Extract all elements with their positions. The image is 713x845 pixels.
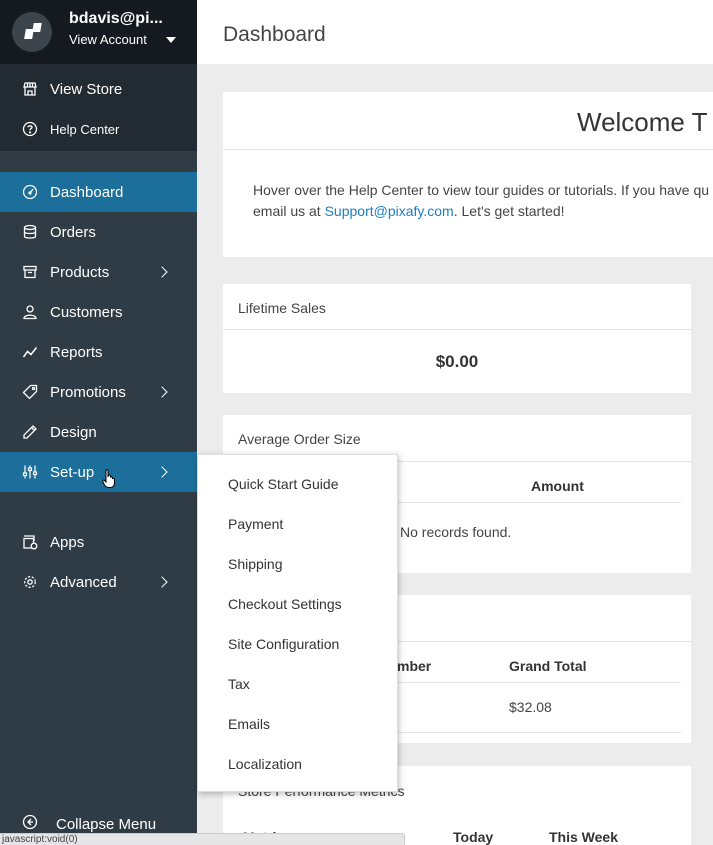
nav-design[interactable]: Design bbox=[0, 412, 197, 452]
welcome-line-2-prefix: email us at bbox=[253, 203, 325, 219]
menu-item-payment[interactable]: Payment bbox=[228, 516, 283, 532]
help-circle-icon bbox=[22, 121, 38, 137]
apps-icon bbox=[22, 534, 38, 550]
menu-item-checkout-settings[interactable]: Checkout Settings bbox=[228, 596, 342, 612]
no-records-text: No records found. bbox=[400, 524, 512, 540]
nav-orders[interactable]: Orders bbox=[0, 212, 197, 252]
nav-customers[interactable]: Customers bbox=[0, 292, 197, 332]
nav-setup-label: Set-up bbox=[50, 463, 95, 481]
nav-advanced[interactable]: Advanced bbox=[0, 562, 197, 602]
grand-total-column-header: Grand Total bbox=[509, 658, 587, 674]
welcome-card: Welcome T Hover over the Help Center to … bbox=[223, 92, 713, 257]
nav-orders-label: Orders bbox=[50, 223, 96, 241]
browser-status-bar: javascript:void(0) bbox=[0, 833, 405, 845]
grand-total-cell: $32.08 bbox=[509, 699, 552, 715]
gear-icon bbox=[22, 574, 38, 590]
database-icon bbox=[22, 224, 38, 240]
lifetime-sales-value: $0.00 bbox=[435, 352, 479, 371]
nav-setup[interactable]: Set-up bbox=[0, 452, 197, 492]
nav-reports-label: Reports bbox=[50, 343, 103, 361]
collapse-menu-button[interactable]: Collapse Menu bbox=[22, 814, 156, 834]
hand-pointer-cursor-icon bbox=[102, 469, 116, 489]
amount-column-header: Amount bbox=[531, 478, 584, 494]
welcome-text: Hover over the Help Center to view tour … bbox=[253, 180, 713, 222]
welcome-line-2: email us at Support@pixafy.com. Let's ge… bbox=[253, 201, 713, 222]
nav-promotions[interactable]: Promotions bbox=[0, 372, 197, 412]
tag-icon bbox=[22, 384, 38, 400]
support-email-link[interactable]: Support@pixafy.com bbox=[325, 203, 454, 219]
account-panel[interactable]: bdavis@pi... View Account bbox=[0, 0, 197, 64]
nav-reports[interactable]: Reports bbox=[0, 332, 197, 372]
view-store-label: View Store bbox=[50, 80, 123, 98]
view-store-link[interactable]: View Store bbox=[0, 69, 197, 109]
lifetime-sales-card: Lifetime Sales $0.00 bbox=[223, 284, 691, 393]
archive-box-icon bbox=[22, 264, 38, 280]
nav-design-label: Design bbox=[50, 423, 97, 441]
chevron-right-icon bbox=[156, 266, 168, 278]
pencil-icon bbox=[22, 424, 38, 440]
menu-item-emails[interactable]: Emails bbox=[228, 716, 270, 732]
nav-dashboard-label: Dashboard bbox=[50, 183, 124, 201]
trend-line-icon bbox=[22, 344, 38, 360]
help-center-label: Help Center bbox=[50, 121, 120, 137]
nav-products-label: Products bbox=[50, 263, 110, 281]
nav-promotions-label: Promotions bbox=[50, 383, 126, 401]
dashboard-gauge-icon bbox=[22, 184, 38, 200]
welcome-line-2-suffix: . Let's get started! bbox=[453, 203, 565, 219]
sidebar: bdavis@pi... View Account View Store Hel… bbox=[0, 0, 197, 845]
chevron-right-icon bbox=[156, 466, 168, 478]
view-account-link[interactable]: View Account bbox=[69, 32, 147, 47]
store-icon bbox=[22, 81, 38, 97]
collapse-arrow-icon bbox=[22, 814, 38, 834]
nav-dashboard[interactable]: Dashboard bbox=[0, 172, 197, 212]
nav-products[interactable]: Products bbox=[0, 252, 197, 292]
help-center-link[interactable]: Help Center bbox=[0, 109, 197, 149]
nav-apps-label: Apps bbox=[50, 533, 85, 551]
account-name: bdavis@pi... bbox=[69, 10, 163, 27]
this-week-column-header: This Week bbox=[549, 829, 618, 845]
menu-item-tax[interactable]: Tax bbox=[228, 676, 250, 692]
welcome-title: Welcome T bbox=[577, 107, 708, 137]
store-logo-avatar bbox=[12, 12, 52, 52]
nav-customers-label: Customers bbox=[50, 303, 123, 321]
welcome-line-1: Hover over the Help Center to view tour … bbox=[253, 182, 710, 198]
menu-item-localization[interactable]: Localization bbox=[228, 756, 302, 772]
user-icon bbox=[22, 304, 38, 320]
today-column-header: Today bbox=[453, 829, 494, 845]
divider bbox=[223, 329, 691, 330]
setup-submenu: Quick Start Guide Payment Shipping Check… bbox=[197, 454, 398, 792]
collapse-menu-label: Collapse Menu bbox=[56, 815, 157, 833]
divider bbox=[223, 149, 713, 150]
menu-item-shipping[interactable]: Shipping bbox=[228, 556, 283, 572]
order-number-column-header: mber bbox=[397, 658, 432, 674]
caret-down-icon[interactable] bbox=[166, 37, 176, 43]
average-order-title: Average Order Size bbox=[238, 431, 361, 447]
lifetime-sales-title: Lifetime Sales bbox=[238, 300, 326, 316]
chevron-right-icon bbox=[156, 386, 168, 398]
menu-item-quick-start-guide[interactable]: Quick Start Guide bbox=[228, 476, 339, 492]
nav-advanced-label: Advanced bbox=[50, 573, 117, 591]
sliders-icon bbox=[22, 464, 38, 480]
page-title: Dashboard bbox=[223, 23, 326, 46]
top-links: View Store Help Center bbox=[0, 64, 197, 151]
nav-apps[interactable]: Apps bbox=[0, 522, 197, 562]
chevron-right-icon bbox=[156, 576, 168, 588]
page-header: Dashboard bbox=[197, 0, 713, 64]
menu-item-site-configuration[interactable]: Site Configuration bbox=[228, 636, 339, 652]
